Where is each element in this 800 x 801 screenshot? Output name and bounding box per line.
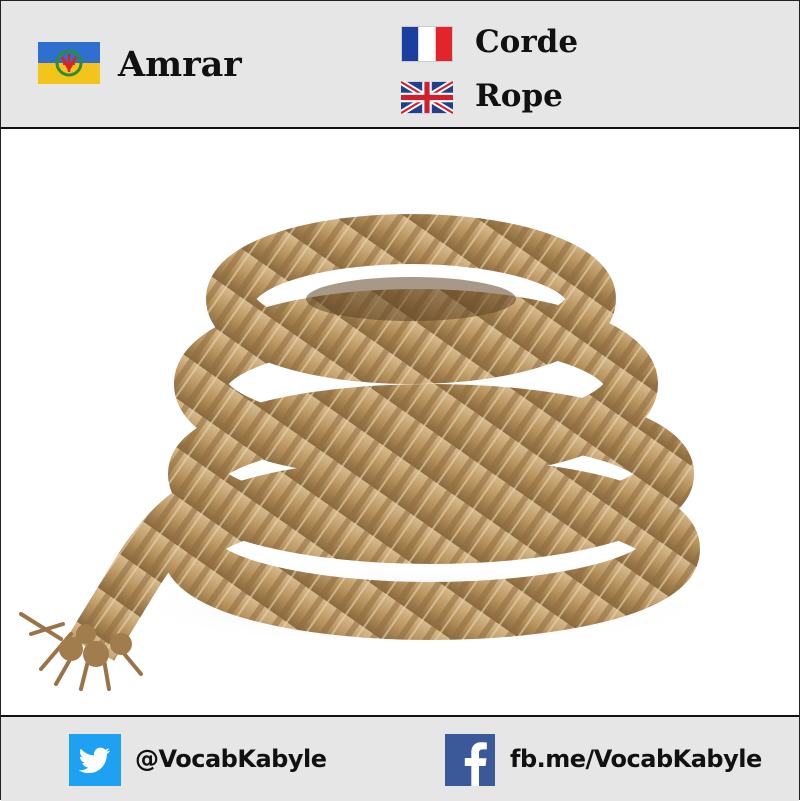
twitter-icon[interactable] — [69, 734, 121, 786]
french-word: Corde — [475, 24, 579, 60]
kabyle-flag-icon — [38, 42, 100, 84]
card-header: Amrar Corde Rope — [1, 1, 799, 129]
english-word: Rope — [475, 78, 563, 114]
coiled-rope-photo — [1, 129, 799, 715]
kabyle-word: Amrar — [118, 44, 242, 85]
facebook-link[interactable]: fb.me/VocabKabyle — [510, 739, 762, 779]
french-flag-icon — [401, 26, 453, 62]
twitter-handle[interactable]: @VocabKabyle — [135, 739, 327, 779]
facebook-icon[interactable] — [445, 734, 495, 786]
rope-illustration — [19, 214, 711, 691]
card-footer: @VocabKabyle fb.me/VocabKabyle — [1, 715, 799, 801]
uk-flag-icon — [401, 81, 453, 114]
vocab-card: Amrar Corde Rope @VocabKabyle fb.me/Voca… — [0, 0, 800, 801]
